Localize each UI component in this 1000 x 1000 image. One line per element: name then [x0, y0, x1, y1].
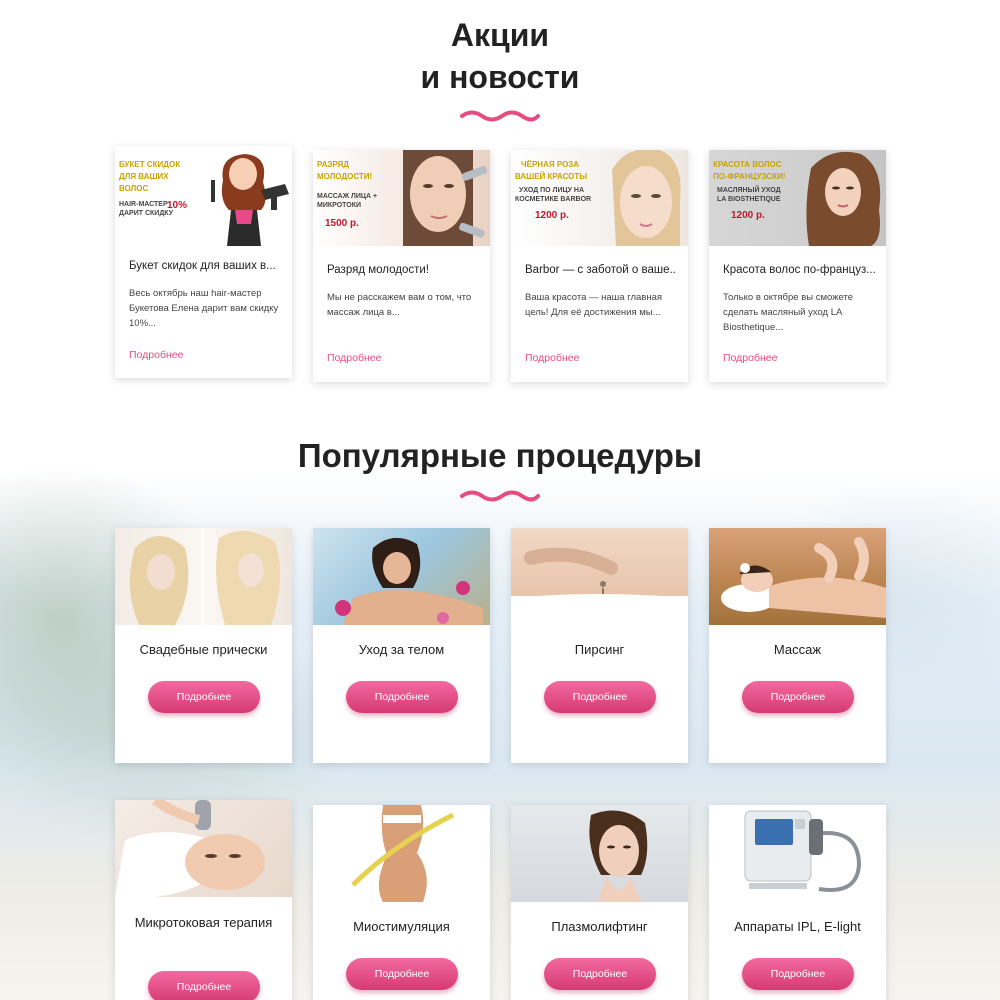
- read-more-link[interactable]: Подробнее: [327, 352, 381, 364]
- read-more-link[interactable]: Подробнее: [525, 352, 579, 364]
- news-card-title[interactable]: Красота волос по-француз...: [723, 264, 875, 276]
- ipl-device-icon: [744, 810, 862, 892]
- procedure-image: [313, 528, 490, 625]
- procedure-card[interactable]: Аппараты IPL, E-light Подробнее: [709, 805, 886, 1000]
- procedure-name: Миостимуляция: [353, 919, 450, 934]
- procedure-image: [511, 528, 688, 625]
- news-section-title: Акции и новости: [0, 14, 1000, 98]
- procedure-image: [115, 528, 292, 625]
- news-card-text: Мы не расскажем вам о том, что массаж ли…: [327, 292, 472, 318]
- procedure-card[interactable]: Уход за телом Подробнее: [313, 528, 490, 763]
- procedures-section-title: Популярные процедуры: [297, 437, 703, 474]
- procedure-name: Массаж: [773, 642, 822, 657]
- plasmolifting-icon: [589, 810, 648, 902]
- face-portrait-icon: [403, 150, 488, 246]
- procedure-more-button[interactable]: Подробнее: [544, 681, 656, 713]
- long-hair-portrait-icon: [806, 151, 881, 246]
- procedure-card[interactable]: Плазмолифтинг Подробнее: [511, 805, 688, 1000]
- procedure-card[interactable]: Миостимуляция Подробнее: [313, 805, 490, 1000]
- hairdresser-illustration-icon: [211, 154, 289, 246]
- procedure-more-button[interactable]: Подробнее: [742, 958, 854, 990]
- procedure-card[interactable]: Массаж Подробнее: [709, 528, 886, 763]
- news-card-title[interactable]: Разряд молодости!: [327, 264, 479, 276]
- news-card[interactable]: ЧЁРНАЯ РОЗА ВАШЕЙ КРАСОТЫ УХОД ПО ЛИЦУ Н…: [511, 150, 688, 382]
- news-card[interactable]: КРАСОТА ВОЛОС ПО-ФРАНЦУЗСКИ! МАСЛЯНЫЙ УХ…: [709, 150, 886, 382]
- news-card-text: Только в октябре вы сможете сделать масл…: [723, 292, 854, 333]
- wedding-hairstyle-icon: [129, 528, 281, 625]
- procedure-more-button[interactable]: Подробнее: [346, 958, 458, 990]
- procedure-name: Плазмолифтинг: [551, 919, 648, 934]
- news-title-line2: и новости: [420, 59, 580, 95]
- procedure-name: Аппараты IPL, E-light: [734, 919, 861, 934]
- procedure-image: [313, 805, 490, 902]
- procedure-image: [709, 805, 886, 902]
- microcurrent-therapy-icon: [115, 800, 265, 897]
- news-card-image: ЧЁРНАЯ РОЗА ВАШЕЙ КРАСОТЫ УХОД ПО ЛИЦУ Н…: [511, 150, 688, 246]
- procedure-image: [511, 805, 688, 902]
- face-portrait-icon: [612, 150, 681, 246]
- wave-divider-icon: [460, 110, 540, 122]
- news-title-line1: Акции: [450, 17, 550, 53]
- body-care-icon: [335, 537, 483, 625]
- news-card[interactable]: РАЗРЯД МОЛОДОСТИ! МАССАЖ ЛИЦА + МИКРОТОК…: [313, 150, 490, 382]
- procedure-name: Уход за телом: [358, 642, 445, 657]
- procedure-image: [115, 800, 292, 897]
- news-card[interactable]: БУКЕТ СКИДОК ДЛЯ ВАШИХ ВОЛОС HAIR-МАСТЕР…: [115, 146, 292, 378]
- news-card-image: КРАСОТА ВОЛОС ПО-ФРАНЦУЗСКИ! МАСЛЯНЫЙ УХ…: [709, 150, 886, 246]
- wave-divider-icon: [460, 490, 540, 502]
- procedure-more-button[interactable]: Подробнее: [148, 971, 260, 1000]
- procedure-more-button[interactable]: Подробнее: [346, 681, 458, 713]
- procedure-name: Свадебные прически: [139, 642, 268, 657]
- procedure-card[interactable]: Свадебные прически Подробнее: [115, 528, 292, 763]
- procedure-name: Пирсинг: [574, 642, 625, 657]
- procedure-more-button[interactable]: Подробнее: [742, 681, 854, 713]
- procedure-image: [709, 528, 886, 625]
- news-card-text: Ваша красота — наша главная цель! Для её…: [525, 292, 663, 318]
- procedure-card[interactable]: Пирсинг Подробнее: [511, 528, 688, 763]
- news-card-image: РАЗРЯД МОЛОДОСТИ! МАССАЖ ЛИЦА + МИКРОТОК…: [313, 150, 490, 246]
- news-card-text: Весь октябрь наш hair-мастер Букетова Ел…: [129, 288, 279, 329]
- news-card-title[interactable]: Букет скидок для ваших в...: [129, 260, 281, 272]
- news-card-image: БУКЕТ СКИДОК ДЛЯ ВАШИХ ВОЛОС HAIR-МАСТЕР…: [115, 150, 292, 246]
- myostimulation-icon: [351, 805, 455, 902]
- procedure-more-button[interactable]: Подробнее: [148, 681, 260, 713]
- procedure-name: Микротоковая терапия: [134, 915, 273, 930]
- massage-icon: [721, 537, 886, 618]
- procedure-card[interactable]: Микротоковая терапия Подробнее: [115, 800, 292, 1000]
- piercing-icon: [511, 547, 688, 625]
- news-card-title[interactable]: Barbor — с заботой о ваше...: [525, 264, 677, 276]
- read-more-link[interactable]: Подробнее: [723, 352, 777, 364]
- read-more-link[interactable]: Подробнее: [129, 349, 183, 361]
- procedure-more-button[interactable]: Подробнее: [544, 958, 656, 990]
